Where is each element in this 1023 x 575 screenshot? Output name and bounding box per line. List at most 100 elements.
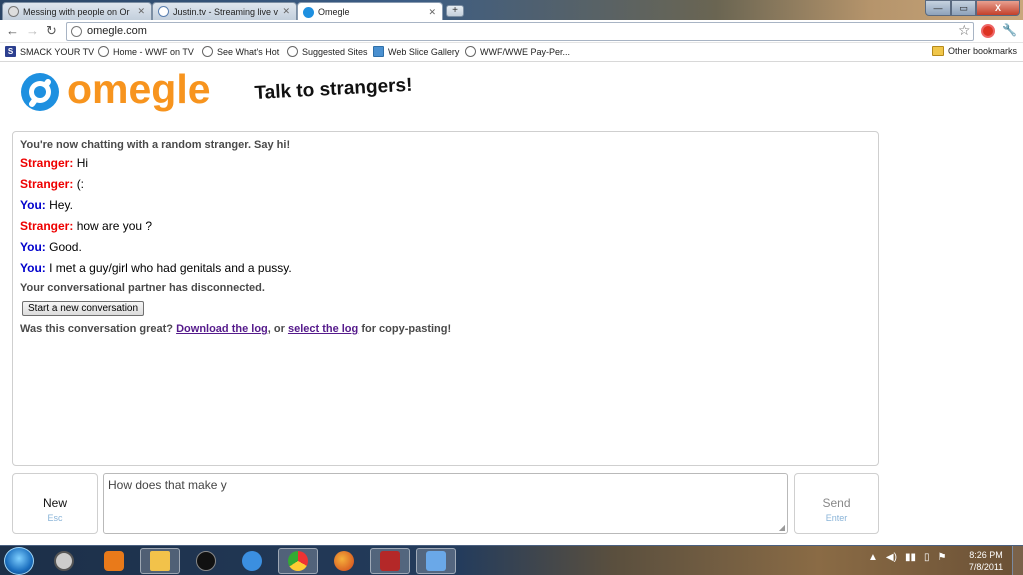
chat-message: Stranger: how are you ?: [20, 220, 871, 233]
globe-icon: [287, 46, 298, 57]
volume-icon[interactable]: ◀): [886, 552, 897, 563]
bookmark-see-whats-hot[interactable]: See What's Hot: [202, 46, 279, 57]
tab-label: Omegle: [318, 7, 350, 17]
send-button-hint: Enter: [825, 513, 848, 523]
tab-label: Messing with people on Or: [23, 6, 130, 17]
globe-icon: [465, 46, 476, 57]
justintv-icon: [158, 6, 169, 17]
close-icon[interactable]: ✕: [282, 6, 290, 17]
pj-icon[interactable]: [370, 548, 410, 574]
maximize-button[interactable]: ▭: [951, 0, 976, 16]
message-text: Hey.: [49, 198, 73, 212]
clock-date: 7/8/2011: [968, 562, 1004, 572]
new-button-hint: Esc: [47, 513, 63, 523]
message-author: You:: [20, 261, 46, 275]
new-button-label: New: [42, 496, 67, 510]
chat-message: You: Hey.: [20, 199, 871, 212]
hp-icon[interactable]: [186, 548, 226, 574]
bookmark-label: Home - WWF on TV: [113, 46, 194, 57]
show-desktop-button[interactable]: [1012, 546, 1023, 575]
resize-grip-icon[interactable]: ◢: [779, 523, 785, 532]
omegle-logo-icon: [21, 73, 59, 111]
bookmark-label: Web Slice Gallery: [388, 46, 460, 57]
chat-log[interactable]: You're now chatting with a random strang…: [12, 131, 879, 466]
tagline: Talk to strangers!: [254, 74, 413, 104]
send-button[interactable]: Send Enter: [794, 473, 879, 534]
message-input-value: How does that make y: [108, 478, 227, 492]
other-bookmarks-label: Other bookmarks: [948, 46, 1018, 56]
reload-icon[interactable]: ↻: [46, 23, 57, 39]
firefox-icon[interactable]: [324, 548, 364, 574]
close-window-button[interactable]: X: [976, 0, 1020, 16]
log-prompt: Was this conversation great? Download th…: [20, 323, 871, 335]
message-text: I met a guy/girl who had genitals and a …: [49, 261, 292, 275]
chat-message: You: Good.: [20, 241, 871, 254]
other-bookmarks[interactable]: Other bookmarks: [932, 46, 1017, 56]
globe-icon: [202, 46, 213, 57]
new-button[interactable]: New Esc: [12, 473, 98, 534]
omegle-icon: [303, 6, 314, 18]
tab-omegle[interactable]: Omegle ✕: [297, 2, 443, 21]
message-text: how are you ?: [76, 219, 153, 233]
bookmark-label: See What's Hot: [217, 46, 280, 57]
select-log-link[interactable]: select the log: [288, 323, 358, 335]
explorer-icon[interactable]: [140, 548, 180, 574]
star-icon[interactable]: ☆: [958, 22, 971, 39]
start-button[interactable]: [4, 547, 34, 575]
flag-icon[interactable]: ⚑: [937, 552, 946, 563]
log-suffix: for copy-pasting!: [361, 323, 452, 335]
bookmark-web-slice-gallery[interactable]: Web Slice Gallery: [373, 46, 459, 57]
download-log-link[interactable]: Download the log: [176, 323, 268, 335]
bookmark-home-wwf[interactable]: Home - WWF on TV: [98, 46, 194, 57]
address-bar[interactable]: omegle.com: [66, 22, 974, 41]
forward-arrow-icon[interactable]: →: [26, 23, 39, 38]
network-icon[interactable]: ▮▮: [905, 552, 916, 563]
globe-icon: [71, 26, 82, 37]
bookmarks-bar: S SMACK YOUR TV Home - WWF on TV See Wha…: [0, 43, 1023, 62]
taskbar-clock[interactable]: 8:26 PM 7/8/2011: [962, 549, 1010, 573]
disconnect-notice: Your conversational partner has disconne…: [20, 282, 265, 294]
message-text: (:: [76, 177, 85, 191]
webslice-icon: [373, 46, 384, 57]
clock-time: 8:26 PM: [969, 550, 1003, 560]
tab-messing-with-people[interactable]: Messing with people on Or ✕: [2, 2, 152, 20]
globe-icon: [98, 46, 109, 57]
message-author: Stranger:: [20, 177, 74, 191]
ie-icon[interactable]: [232, 548, 272, 574]
back-arrow-icon[interactable]: ←: [6, 23, 19, 38]
tab-label: Justin.tv - Streaming live vi: [173, 6, 279, 17]
close-icon[interactable]: ✕: [428, 7, 436, 18]
bookmark-wwf-wwe-ppv[interactable]: WWF/WWE Pay-Per...: [465, 46, 570, 57]
start-new-conversation-button[interactable]: Start a new conversation: [22, 301, 145, 316]
chrome-icon[interactable]: [278, 548, 318, 574]
message-text: Good.: [49, 240, 82, 254]
paint-icon[interactable]: [416, 548, 456, 574]
bookmark-label: Suggested Sites: [302, 46, 368, 57]
globe-icon: [8, 6, 19, 17]
minimize-button[interactable]: —: [925, 0, 951, 16]
address-text: omegle.com: [87, 25, 147, 37]
message-author: You:: [20, 240, 46, 254]
log-middle: , or: [267, 323, 285, 335]
message-author: Stranger:: [20, 156, 74, 170]
close-icon[interactable]: ✕: [137, 6, 145, 17]
folder-icon: [932, 46, 944, 56]
media-center-icon[interactable]: [44, 548, 84, 574]
site-header: omegle Talk to strangers!: [0, 63, 1023, 125]
wrench-icon[interactable]: 🔧: [1002, 23, 1017, 37]
tab-justin-tv[interactable]: Justin.tv - Streaming live vi ✕: [152, 2, 297, 20]
log-prefix: Was this conversation great?: [20, 323, 174, 335]
bookmark-suggested-sites[interactable]: Suggested Sites: [287, 46, 368, 57]
media-player-icon[interactable]: [94, 548, 134, 574]
chat-message: Stranger: (:: [20, 178, 871, 191]
message-text: Hi: [76, 156, 89, 170]
omegle-page: omegle Talk to strangers! You're now cha…: [0, 63, 1023, 545]
bookmark-smack-your-tv[interactable]: S SMACK YOUR TV: [5, 46, 94, 57]
chat-message: Stranger: Hi: [20, 157, 871, 170]
opera-extension-icon[interactable]: [981, 24, 995, 38]
tray-expand-icon[interactable]: ▲: [868, 552, 878, 563]
message-input[interactable]: How does that make y ◢: [103, 473, 788, 534]
send-button-label: Send: [822, 496, 851, 510]
new-tab-button[interactable]: +: [446, 5, 464, 17]
battery-icon[interactable]: ▯: [924, 552, 930, 563]
